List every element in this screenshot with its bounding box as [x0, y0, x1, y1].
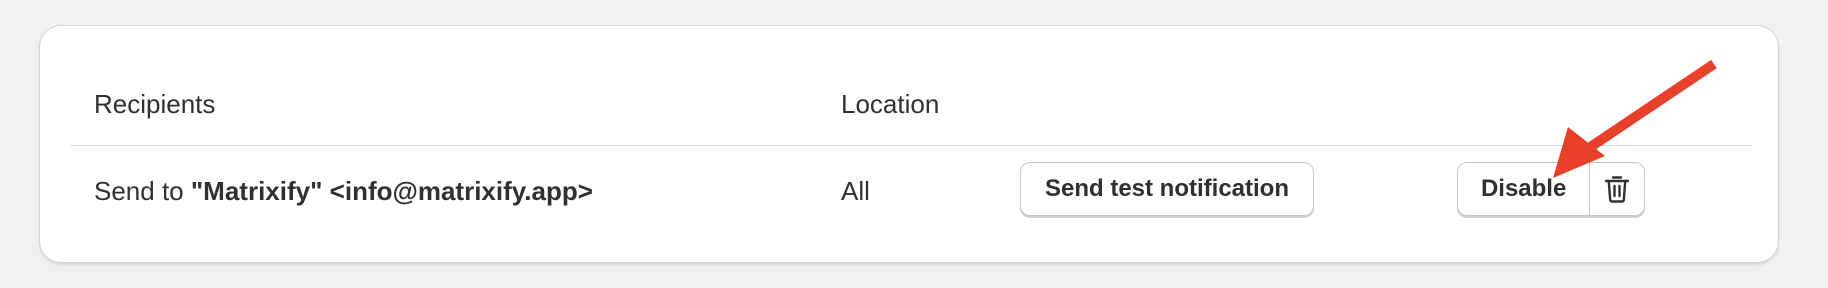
header-divider — [70, 145, 1752, 146]
send-test-notification-button[interactable]: Send test notification — [1020, 162, 1314, 216]
recipient-cell: Send to "Matrixify" <info@matrixify.app> — [94, 171, 593, 211]
recipient-prefix: Send to — [94, 176, 191, 206]
recipient-email: "Matrixify" <info@matrixify.app> — [190, 176, 593, 206]
trash-icon — [1604, 176, 1630, 203]
location-cell: All — [841, 176, 870, 206]
recipients-column-header: Recipients — [94, 89, 216, 119]
recipient-actions-button-group: Disable — [1457, 162, 1645, 216]
delete-button[interactable] — [1590, 163, 1644, 215]
location-column-header: Location — [841, 89, 940, 119]
notification-recipients-card: Recipients Location Send to "Matrixify" … — [39, 25, 1779, 263]
disable-button[interactable]: Disable — [1458, 163, 1591, 215]
